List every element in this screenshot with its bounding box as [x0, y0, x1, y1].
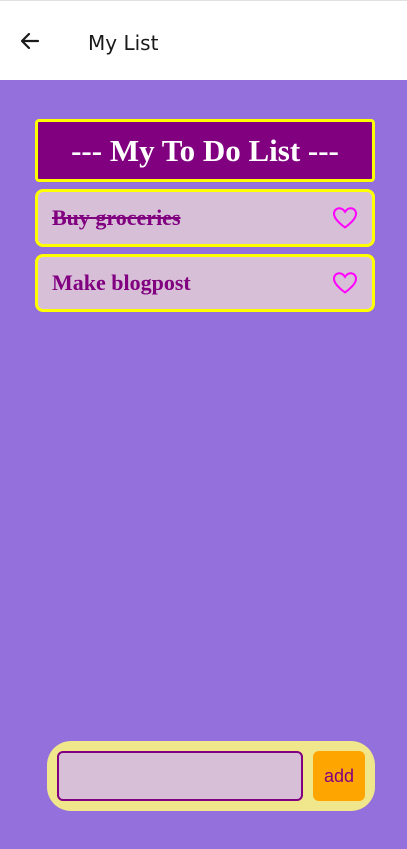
todo-item[interactable]: Buy groceries	[35, 189, 375, 247]
favorite-button[interactable]	[332, 270, 358, 296]
back-button[interactable]	[14, 25, 46, 57]
page-title: My List	[88, 31, 159, 55]
add-todo-bar: add	[47, 741, 375, 811]
app-bar: My List	[0, 0, 407, 80]
favorite-button[interactable]	[332, 205, 358, 231]
todo-item-text: Make blogpost	[52, 270, 191, 295]
todo-input[interactable]	[57, 751, 303, 801]
todo-item[interactable]: Make blogpost	[35, 254, 375, 312]
heart-outline-icon	[332, 272, 358, 294]
add-button[interactable]: add	[313, 751, 365, 801]
arrow-left-icon	[20, 32, 40, 50]
list-header: --- My To Do List ---	[35, 119, 375, 182]
todo-item-text: Buy groceries	[52, 205, 181, 230]
main-content: --- My To Do List --- Buy groceries Make…	[0, 80, 407, 849]
heart-outline-icon	[332, 207, 358, 229]
